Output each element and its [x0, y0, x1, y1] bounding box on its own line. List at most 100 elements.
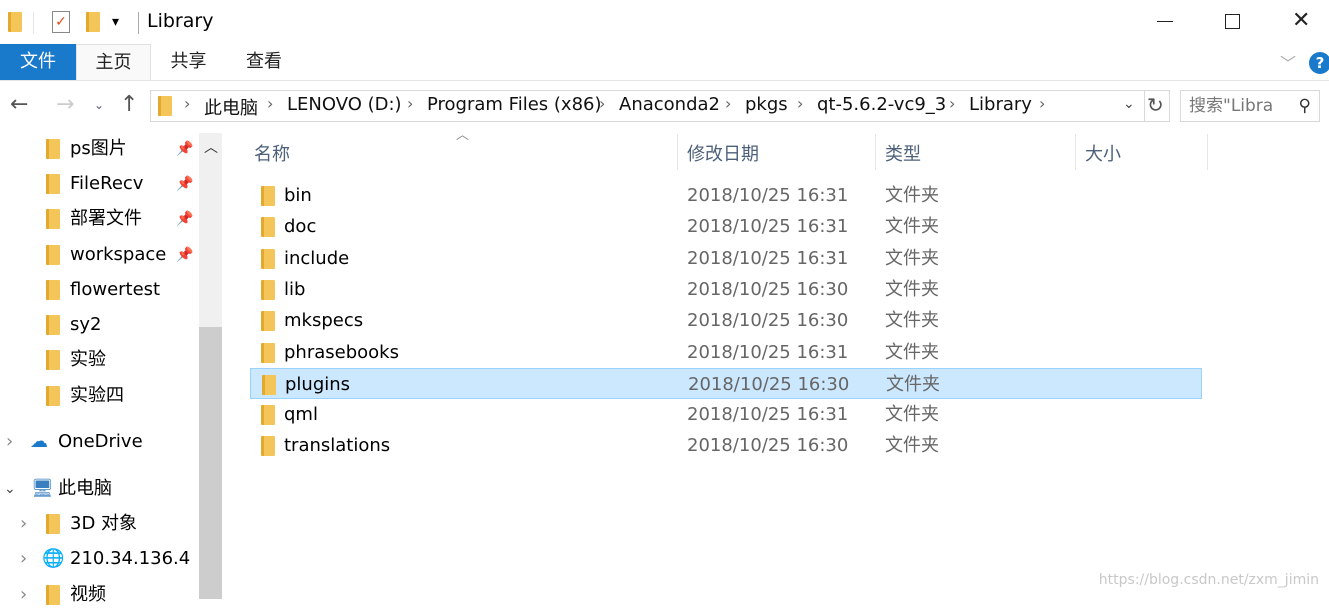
folder-icon: [261, 311, 275, 332]
sidebar-item-shiyan[interactable]: 实验: [0, 345, 198, 375]
sidebar-item-sy2[interactable]: sy2: [0, 310, 198, 340]
folder-icon: [261, 436, 275, 457]
breadcrumb[interactable]: pkgs: [745, 94, 788, 115]
recent-locations-icon[interactable]: ⌄: [94, 98, 104, 112]
column-header-type[interactable]: 类型: [885, 140, 921, 166]
tab-share[interactable]: 共享: [151, 44, 226, 80]
up-button[interactable]: ↑: [120, 92, 138, 117]
file-name: bin: [284, 185, 312, 206]
title-bar: ✓ ▾ Library ✕: [0, 0, 1329, 44]
sidebar-item-onedrive[interactable]: › ☁ OneDrive: [0, 427, 198, 457]
new-folder-icon[interactable]: [86, 12, 100, 32]
properties-icon[interactable]: ✓: [52, 11, 70, 33]
sidebar-item-3d[interactable]: › 3D 对象: [0, 509, 198, 539]
file-row[interactable]: lib 2018/10/25 16:30 文件夹: [250, 274, 1202, 305]
file-date: 2018/10/25 16:30: [687, 278, 849, 300]
file-date: 2018/10/25 16:31: [687, 341, 849, 363]
file-row[interactable]: bin 2018/10/25 16:31 文件夹: [250, 180, 1202, 211]
cloud-icon: ☁: [30, 431, 48, 452]
file-date: 2018/10/25 16:31: [687, 216, 849, 238]
folder-icon: [261, 279, 275, 300]
file-name: plugins: [285, 373, 351, 395]
breadcrumb[interactable]: qt-5.6.2-vc9_3: [817, 94, 946, 115]
pin-icon: 📌: [176, 176, 194, 192]
breadcrumb[interactable]: Library: [969, 94, 1032, 115]
pin-icon: 📌: [176, 141, 194, 157]
file-type: 文件夹: [885, 404, 939, 426]
file-row[interactable]: phrasebooks 2018/10/25 16:31 文件夹: [250, 337, 1202, 368]
file-name: doc: [284, 216, 317, 238]
column-header-name[interactable]: 名称: [254, 140, 290, 166]
customize-qat-icon[interactable]: ▾: [112, 14, 119, 30]
folder-icon: [261, 405, 275, 426]
sidebar-item-this-pc[interactable]: ⌄ 🖥 此电脑: [0, 474, 198, 504]
file-name: mkspecs: [284, 310, 364, 332]
file-row[interactable]: include 2018/10/25 16:31 文件夹: [250, 243, 1202, 274]
breadcrumb[interactable]: 此电脑: [204, 94, 258, 120]
forward-button[interactable]: →: [56, 92, 74, 117]
folder-icon: [261, 248, 275, 269]
close-button[interactable]: ✕: [1292, 8, 1310, 33]
file-row[interactable]: qml 2018/10/25 16:31 文件夹: [250, 399, 1202, 430]
maximize-button[interactable]: [1225, 14, 1240, 29]
folder-icon: [261, 342, 275, 363]
address-dropdown-icon[interactable]: ⌄: [1123, 96, 1135, 112]
breadcrumb[interactable]: Program Files (x86): [427, 94, 602, 115]
search-input[interactable]: 搜索"Libra ⚲: [1180, 90, 1320, 122]
file-row[interactable]: mkspecs 2018/10/25 16:30 文件夹: [250, 305, 1202, 336]
search-icon: ⚲: [1298, 96, 1311, 116]
sidebar-item-ps[interactable]: ps图片 📌: [0, 134, 198, 164]
sidebar-scrollbar[interactable]: ︿: [199, 133, 222, 599]
sidebar-item-filerecv[interactable]: FileRecv 📌: [0, 169, 198, 199]
file-type: 文件夹: [885, 341, 939, 363]
file-name: phrasebooks: [284, 341, 399, 363]
sidebar-item-network-drive[interactable]: › 🌐 210.34.136.4: [0, 544, 198, 574]
minimize-button[interactable]: [1157, 21, 1173, 22]
file-type: 文件夹: [885, 435, 939, 457]
folder-icon: [261, 217, 275, 238]
divider: [138, 12, 139, 34]
column-header-date[interactable]: 修改日期: [687, 140, 759, 166]
file-type: 文件夹: [885, 310, 939, 332]
refresh-icon[interactable]: ↻: [1147, 93, 1164, 117]
breadcrumb[interactable]: LENOVO (D:): [287, 94, 402, 115]
tab-file[interactable]: 文件: [0, 44, 76, 80]
file-name: lib: [284, 278, 306, 300]
file-row[interactable]: doc 2018/10/25 16:31 文件夹: [250, 211, 1202, 242]
column-header-size[interactable]: 大小: [1085, 140, 1121, 166]
computer-icon: 🖥: [31, 478, 54, 499]
file-date: 2018/10/25 16:30: [687, 435, 849, 457]
sidebar-item-deploy[interactable]: 部署文件 📌: [0, 204, 198, 234]
address-bar[interactable]: › 此电脑 › LENOVO (D:) › Program Files (x86) ›…: [150, 90, 1170, 122]
file-type: 文件夹: [885, 185, 939, 206]
pin-icon: 📌: [176, 211, 194, 227]
file-date: 2018/10/25 16:30: [688, 373, 850, 395]
scroll-up-icon[interactable]: ︿: [204, 137, 218, 157]
sidebar-item-videos[interactable]: › 视频: [0, 580, 198, 610]
sidebar-item-flowertest[interactable]: flowertest: [0, 275, 198, 305]
file-type: 文件夹: [885, 216, 939, 238]
file-type: 文件夹: [885, 247, 939, 269]
file-name: translations: [284, 435, 391, 457]
expand-ribbon-icon[interactable]: ﹀: [1280, 50, 1296, 74]
file-name: include: [284, 247, 350, 269]
folder-icon: [262, 374, 276, 395]
collapse-icon: ⌄: [4, 481, 16, 497]
file-row[interactable]: plugins 2018/10/25 16:30 文件夹: [250, 367, 1202, 399]
sidebar-item-workspace[interactable]: workspace 📌: [0, 240, 198, 270]
network-drive-icon: 🌐: [42, 548, 65, 569]
tab-home[interactable]: 主页: [76, 44, 151, 80]
file-row[interactable]: translations 2018/10/25 16:30 文件夹: [250, 430, 1202, 461]
sort-ascending-icon: ︿: [456, 128, 470, 143]
file-type: 文件夹: [885, 278, 939, 300]
help-icon[interactable]: ?: [1309, 52, 1329, 74]
file-date: 2018/10/25 16:31: [687, 185, 849, 206]
file-name: qml: [284, 404, 318, 426]
back-button[interactable]: ←: [10, 92, 28, 117]
window-title: Library: [147, 10, 214, 32]
sidebar-item-shiyan4[interactable]: 实验四: [0, 381, 198, 411]
tab-view[interactable]: 查看: [226, 44, 302, 80]
breadcrumb[interactable]: Anaconda2: [619, 94, 720, 115]
folder-icon: [158, 96, 172, 116]
scrollbar-thumb[interactable]: [199, 327, 222, 599]
